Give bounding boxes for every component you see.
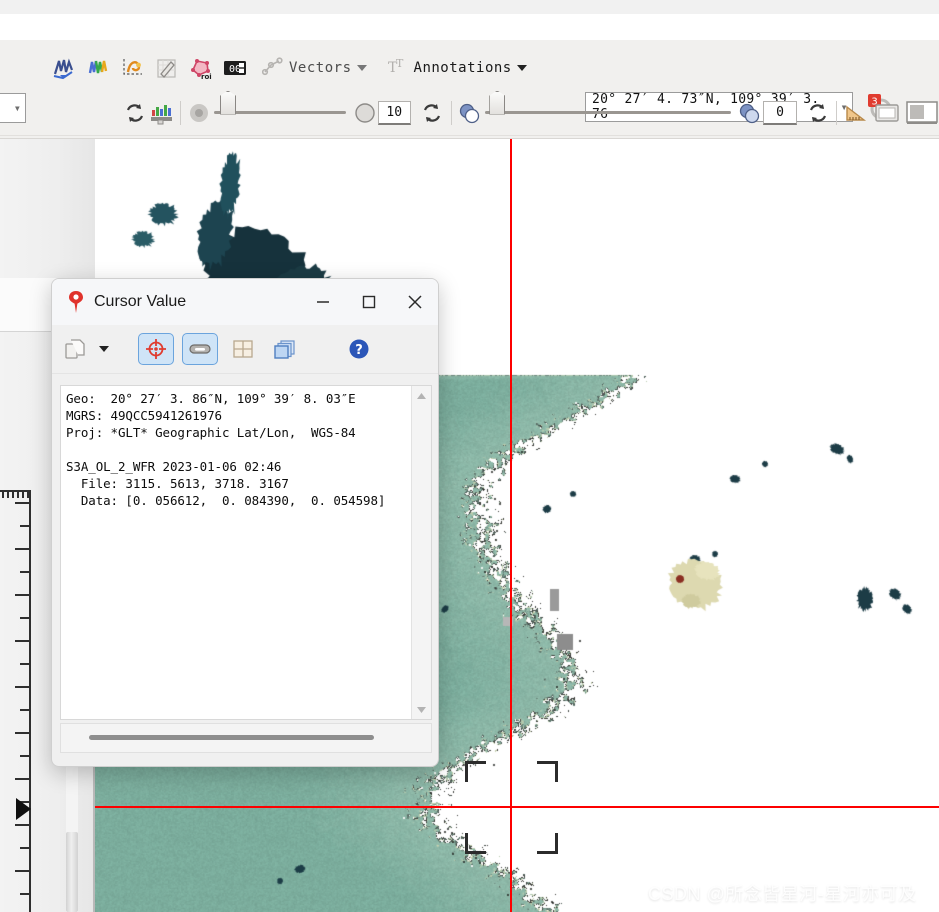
- annotations-menu[interactable]: T T Annotations: [385, 55, 527, 81]
- dialog-hscroll-thumb[interactable]: [89, 735, 374, 740]
- transparency-slider[interactable]: [214, 90, 346, 125]
- plot-curve-icon[interactable]: [116, 51, 150, 85]
- transparency-icon: [187, 96, 213, 130]
- cursor-value-text: Geo: 20° 27′ 3. 86″N, 109° 39′ 8. 03″E M…: [66, 391, 386, 508]
- vectors-menu[interactable]: Vectors: [261, 56, 367, 80]
- vectors-label: Vectors: [289, 59, 352, 76]
- dialog-vertical-scrollbar[interactable]: [411, 386, 431, 719]
- crosshair-horizontal-line: [95, 806, 939, 808]
- map-pin-icon: [66, 289, 86, 315]
- layers-icon[interactable]: [268, 334, 302, 364]
- crosshair-corner-top-right: [537, 761, 558, 782]
- dialog-horizontal-scrollbar[interactable]: [60, 723, 432, 753]
- ruler-top-edge: [0, 490, 31, 492]
- toolbar-separator-line: [0, 135, 939, 136]
- toolbar-divider: [450, 100, 452, 125]
- roi-tool-icon[interactable]: roi: [184, 51, 218, 85]
- help-icon[interactable]: ?: [342, 334, 376, 364]
- annotations-label: Annotations: [413, 59, 512, 76]
- ruler-tick: [15, 870, 30, 872]
- toolbar-row-secondary: 10 0: [0, 90, 939, 135]
- maximize-button[interactable]: [346, 279, 392, 325]
- vertical-ruler: [0, 490, 30, 912]
- copy-dropdown-caret[interactable]: [96, 334, 112, 364]
- brightness-slider[interactable]: [485, 90, 732, 125]
- brightness-value[interactable]: 0: [763, 100, 797, 125]
- toolbar-row-primary: roi 00 Vectors T T Annotations: [0, 45, 939, 90]
- dialog-title: Cursor Value: [94, 293, 187, 310]
- chevron-down-icon: [99, 346, 109, 352]
- cursor-value-dialog[interactable]: Cursor Value ? Geo: 20° 27′ 3. 86″N, 109…: [51, 278, 439, 767]
- toolbar-divider: [836, 100, 837, 125]
- svg-text:roi: roi: [201, 73, 212, 80]
- chevron-down-icon[interactable]: [356, 64, 367, 71]
- pixel-values-icon[interactable]: 00: [218, 51, 252, 85]
- ruler-tick: [15, 548, 30, 550]
- dialog-toolbar: ?: [52, 325, 438, 374]
- ruler-tick: [15, 594, 30, 596]
- reset-transparency-icon[interactable]: [419, 96, 445, 130]
- expand-panel-arrow[interactable]: [16, 798, 31, 820]
- toolbar-divider: [179, 100, 181, 125]
- measure-icon[interactable]: [843, 96, 869, 130]
- edit-raster-icon[interactable]: [150, 51, 184, 85]
- top-white-band: [0, 14, 939, 40]
- crosshair-corner-top-left: [465, 761, 486, 782]
- transparency-value[interactable]: 10: [377, 100, 411, 125]
- left-scrollbar-thumb[interactable]: [66, 832, 78, 912]
- cursor-value-textarea[interactable]: Geo: 20° 27′ 3. 86″N, 109° 39′ 8. 03″E M…: [60, 385, 432, 720]
- left-scrollbar-track[interactable]: [66, 760, 78, 912]
- vectors-icon: [261, 56, 284, 80]
- spectral-profile-icon[interactable]: [48, 51, 82, 85]
- refresh-stretch-icon[interactable]: [122, 96, 148, 130]
- copy-icon[interactable]: [62, 334, 88, 364]
- ruler-tick: [15, 778, 30, 780]
- svg-text:T: T: [396, 57, 404, 70]
- contrast-icon: [737, 96, 763, 130]
- ruler-tick: [15, 502, 30, 504]
- ruler-tick: [15, 640, 30, 642]
- annotations-icon: T T: [385, 55, 409, 81]
- crop-icon[interactable]: [873, 96, 901, 130]
- scroll-down-arrow-icon[interactable]: [412, 700, 431, 719]
- ruler-tick: [15, 732, 30, 734]
- link-views-icon[interactable]: [182, 333, 218, 365]
- scroll-up-arrow-icon[interactable]: [412, 386, 431, 405]
- svg-text:?: ?: [355, 343, 363, 358]
- panel-map-divider: [93, 760, 95, 912]
- crosshair-corner-bottom-right: [537, 833, 558, 854]
- dialog-titlebar[interactable]: Cursor Value: [52, 279, 438, 325]
- toolbar-region: roi 00 Vectors T T Annotations ▾ 20° 27′…: [0, 40, 939, 168]
- ruler-edge: [29, 490, 31, 912]
- opacity-circle-icon: [352, 96, 378, 130]
- grid-table-icon[interactable]: [226, 334, 260, 364]
- chevron-down-icon[interactable]: [516, 64, 527, 71]
- close-button[interactable]: [392, 279, 438, 325]
- blend-icon: [457, 96, 483, 130]
- crosshair-target-icon[interactable]: [138, 333, 174, 365]
- reset-brightness-icon[interactable]: [805, 96, 831, 130]
- crosshair-corner-bottom-left: [465, 833, 486, 854]
- top-blank-band: [0, 0, 939, 14]
- minimize-button[interactable]: [300, 279, 346, 325]
- crosshair-vertical-line: [510, 139, 512, 912]
- multi-spectral-profile-icon[interactable]: [82, 51, 116, 85]
- histogram-icon[interactable]: [148, 96, 174, 130]
- ruler-tick: [15, 824, 30, 826]
- ruler-tick: [15, 686, 30, 688]
- portal-icon[interactable]: [905, 96, 939, 130]
